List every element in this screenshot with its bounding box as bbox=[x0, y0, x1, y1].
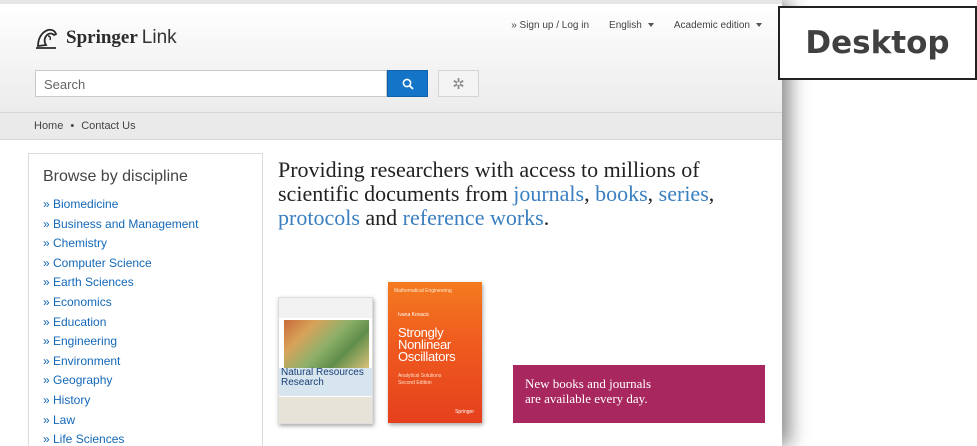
headline: Providing researchers with access to mil… bbox=[278, 158, 768, 230]
headline-end: . bbox=[543, 205, 550, 230]
breadcrumb-home-link[interactable]: Home bbox=[34, 120, 63, 132]
logo-link-text: Link bbox=[141, 27, 177, 48]
search-icon bbox=[402, 78, 414, 90]
chevron-down-icon bbox=[647, 23, 654, 28]
discipline-link[interactable]: » Economics bbox=[43, 293, 262, 313]
headline-sep: and bbox=[359, 205, 403, 230]
discipline-link[interactable]: » Engineering bbox=[43, 332, 262, 352]
cover-footer bbox=[279, 397, 372, 423]
new-books-promo-banner[interactable]: New books and journals are available eve… bbox=[513, 365, 765, 423]
promo-line: New books and journals bbox=[525, 376, 652, 391]
discipline-link[interactable]: » Biomedicine bbox=[43, 195, 262, 215]
springer-logo[interactable]: Springer Link bbox=[34, 26, 177, 50]
book2-title: Strongly Nonlinear Oscillators bbox=[398, 326, 456, 364]
signup-login-link[interactable]: » Sign up / Log in bbox=[511, 20, 589, 31]
discipline-link[interactable]: » History bbox=[43, 391, 262, 411]
book-cover-natural-resources[interactable]: Natural Resources Research bbox=[278, 297, 373, 424]
logo-springer-text: Springer bbox=[66, 27, 138, 48]
language-menu[interactable]: English bbox=[609, 20, 654, 31]
book2-series: Mathematical Engineering bbox=[394, 288, 452, 294]
discipline-link[interactable]: » Education bbox=[43, 313, 262, 333]
breadcrumb-separator: • bbox=[70, 120, 75, 132]
book1-title: Natural Resources Research bbox=[281, 368, 364, 388]
sidebar-title: Browse by discipline bbox=[43, 168, 188, 185]
headline-sep: , bbox=[708, 181, 715, 206]
protocols-link[interactable]: protocols bbox=[278, 205, 360, 230]
header: Springer Link » Sign up / Log in English… bbox=[0, 0, 782, 112]
book2-publisher: Springer bbox=[455, 409, 474, 415]
book1-title-line: Research bbox=[281, 377, 324, 388]
journals-link[interactable]: journals bbox=[513, 181, 584, 206]
discipline-link[interactable]: » Law bbox=[43, 411, 262, 431]
discipline-link[interactable]: » Earth Sciences bbox=[43, 273, 262, 293]
language-label: English bbox=[609, 20, 642, 31]
top-nav: » Sign up / Log in English Academic edit… bbox=[491, 20, 762, 31]
reference-works-link[interactable]: reference works bbox=[403, 205, 544, 230]
book-cover-oscillators[interactable]: Mathematical Engineering Ivana Kovacic S… bbox=[388, 282, 482, 423]
promo-line: are available every day. bbox=[525, 391, 648, 406]
search-button[interactable] bbox=[387, 70, 428, 97]
discipline-link[interactable]: » Computer Science bbox=[43, 254, 262, 274]
headline-sep: , bbox=[647, 181, 659, 206]
discipline-list: » Biomedicine » Business and Management … bbox=[43, 195, 262, 446]
book2-sub-line: Analytical Solutions bbox=[398, 373, 442, 379]
edition-menu[interactable]: Academic edition bbox=[674, 20, 762, 31]
books-link[interactable]: books bbox=[595, 181, 648, 206]
book2-subtitle: Analytical Solutions Second Edition bbox=[398, 373, 441, 387]
discipline-link[interactable]: » Life Sciences bbox=[43, 430, 262, 446]
springer-page: Springer Link » Sign up / Log in English… bbox=[0, 0, 782, 446]
discipline-sidebar: Browse by discipline » Biomedicine » Bus… bbox=[28, 153, 263, 446]
book2-title-line: Oscillators bbox=[398, 349, 456, 364]
headline-sep: , bbox=[584, 181, 596, 206]
advanced-search-button[interactable]: ✲ bbox=[438, 70, 479, 97]
book2-author: Ivana Kovacic bbox=[398, 312, 430, 318]
gear-icon: ✲ bbox=[452, 75, 465, 93]
cover-header bbox=[279, 298, 372, 318]
discipline-link[interactable]: » Chemistry bbox=[43, 234, 262, 254]
horse-icon bbox=[36, 28, 58, 49]
book2-sub-line: Second Edition bbox=[398, 380, 432, 386]
breadcrumb: Home • Contact Us bbox=[0, 112, 782, 140]
cover-image bbox=[284, 320, 369, 368]
series-link[interactable]: series bbox=[659, 181, 709, 206]
chevron-down-icon bbox=[756, 23, 762, 28]
desktop-label: Desktop bbox=[778, 6, 977, 80]
discipline-link[interactable]: » Business and Management bbox=[43, 215, 262, 235]
search-input[interactable]: Search bbox=[35, 70, 387, 97]
breadcrumb-contact-link[interactable]: Contact Us bbox=[81, 120, 135, 132]
edition-label: Academic edition bbox=[673, 20, 750, 31]
discipline-link[interactable]: » Geography bbox=[43, 371, 262, 391]
discipline-link[interactable]: » Environment bbox=[43, 352, 262, 372]
